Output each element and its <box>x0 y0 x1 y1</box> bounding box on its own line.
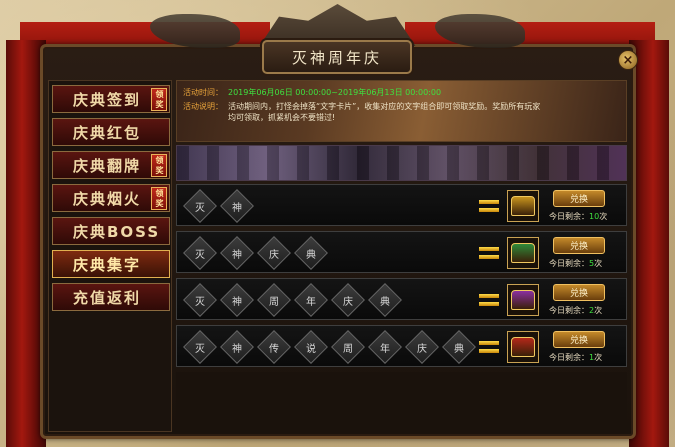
word-card: 神 <box>222 191 252 221</box>
word-card-char: 典 <box>380 296 390 308</box>
event-banner <box>176 145 627 181</box>
reward-badge: 领奖 <box>151 88 167 111</box>
remaining-unit: 次 <box>594 259 603 268</box>
word-card-char: 传 <box>269 343 279 355</box>
equals-icon <box>479 341 499 353</box>
word-card-char: 年 <box>380 343 390 355</box>
remaining-value: 10 <box>589 212 600 221</box>
remaining-unit: 次 <box>599 212 608 221</box>
word-card-char: 周 <box>269 296 279 308</box>
word-card-char: 神 <box>232 202 242 214</box>
sidebar-item-label: 庆典集字 <box>73 255 142 274</box>
word-card-char: 典 <box>306 249 316 261</box>
sidebar-item-label: 庆典翻牌 <box>73 156 142 175</box>
remaining-label: 今日剩余： <box>549 306 589 315</box>
word-card: 灭 <box>185 191 215 221</box>
treasure-chest-icon <box>507 237 539 269</box>
sidebar-item-label: 庆典烟火 <box>73 189 142 208</box>
word-card: 传 <box>259 332 289 362</box>
reward-row: 灭 神 庆 典 兑换今日剩余：5次 <box>176 231 627 273</box>
reward-badge: 领奖 <box>151 154 167 177</box>
word-card-char: 灭 <box>195 249 205 261</box>
word-card-char: 神 <box>232 249 242 261</box>
sidebar-item-red-packet[interactable]: 庆典红包 <box>52 118 170 146</box>
remaining-label: 今日剩余： <box>549 212 589 221</box>
word-card: 周 <box>333 332 363 362</box>
word-card: 庆 <box>407 332 437 362</box>
sidebar: 庆典签到 领奖 庆典红包 庆典翻牌 领奖 庆典烟火 领奖 庆典BOSS 庆典集字… <box>48 80 172 432</box>
sidebar-item-collect-words[interactable]: 庆典集字 <box>52 250 170 278</box>
remaining-label: 今日剩余： <box>549 259 589 268</box>
sidebar-item-label: 庆典签到 <box>73 90 142 109</box>
treasure-chest-icon <box>507 284 539 316</box>
event-time-value: 2019年06月06日 00:00:00~2019年06月13日 00:00:0… <box>228 88 442 97</box>
reward-badge: 领奖 <box>151 187 167 210</box>
word-card: 灭 <box>185 285 215 315</box>
sidebar-item-label: 庆典BOSS <box>73 222 161 241</box>
redeem-button[interactable]: 兑换 <box>553 237 605 254</box>
word-card: 灭 <box>185 332 215 362</box>
reward-row: 灭 神 传 说 周 年 庆 典 兑换今日剩余：1次 <box>176 325 627 367</box>
redeem-button[interactable]: 兑换 <box>553 331 605 348</box>
word-card-char: 说 <box>306 343 316 355</box>
word-card: 典 <box>444 332 474 362</box>
word-card-char: 庆 <box>269 249 279 261</box>
word-card: 年 <box>370 332 400 362</box>
sidebar-item-boss[interactable]: 庆典BOSS <box>52 217 170 245</box>
word-card: 周 <box>259 285 289 315</box>
word-card-char: 庆 <box>417 343 427 355</box>
word-card-char: 灭 <box>195 202 205 214</box>
remaining-count: 今日剩余：2次 <box>549 305 602 316</box>
word-card-char: 神 <box>232 296 242 308</box>
sidebar-item-label: 庆典红包 <box>73 123 142 142</box>
word-card: 神 <box>222 285 252 315</box>
word-card-char: 灭 <box>195 296 205 308</box>
sidebar-item-label: 充值返利 <box>73 288 142 307</box>
word-card: 庆 <box>259 238 289 268</box>
word-card: 灭 <box>185 238 215 268</box>
remaining-label: 今日剩余： <box>549 353 589 362</box>
equals-icon <box>479 294 499 306</box>
word-card-char: 庆 <box>343 296 353 308</box>
redeem-button[interactable]: 兑换 <box>553 190 605 207</box>
word-card-char: 神 <box>232 343 242 355</box>
word-card-char: 周 <box>343 343 353 355</box>
word-card-char: 灭 <box>195 343 205 355</box>
equals-icon <box>479 247 499 259</box>
event-desc-label: 活动说明： <box>183 102 223 111</box>
remaining-unit: 次 <box>594 353 603 362</box>
close-button[interactable]: × <box>618 50 638 70</box>
remaining-count: 今日剩余：5次 <box>549 258 602 269</box>
equals-icon <box>479 200 499 212</box>
reward-row: 灭 神 兑换今日剩余：10次 <box>176 184 627 226</box>
word-card: 典 <box>370 285 400 315</box>
content-footer <box>176 372 627 432</box>
sidebar-item-recharge-rebate[interactable]: 充值返利 <box>52 283 170 311</box>
word-card-char: 典 <box>454 343 464 355</box>
word-card: 庆 <box>333 285 363 315</box>
treasure-chest-icon <box>507 190 539 222</box>
word-card: 典 <box>296 238 326 268</box>
window-title: 灭神周年庆 <box>262 40 412 74</box>
sidebar-item-sign-in[interactable]: 庆典签到 领奖 <box>52 85 170 113</box>
word-card: 说 <box>296 332 326 362</box>
sidebar-item-fireworks[interactable]: 庆典烟火 领奖 <box>52 184 170 212</box>
sidebar-item-flip-card[interactable]: 庆典翻牌 领奖 <box>52 151 170 179</box>
treasure-chest-icon <box>507 331 539 363</box>
reward-row: 灭 神 周 年 庆 典 兑换今日剩余：2次 <box>176 278 627 320</box>
event-desc-value: 活动期间内，打怪会掉落“文字卡片”，收集对应的文字组合即可领取奖励。奖励所有玩家… <box>228 102 541 122</box>
word-card: 神 <box>222 238 252 268</box>
remaining-count: 今日剩余：10次 <box>549 211 607 222</box>
event-time-label: 活动时间： <box>183 88 223 97</box>
word-card-char: 年 <box>306 296 316 308</box>
event-info-panel: 活动时间： 2019年06月06日 00:00:00~2019年06月13日 0… <box>176 80 627 142</box>
remaining-count: 今日剩余：1次 <box>549 352 602 363</box>
redeem-button[interactable]: 兑换 <box>553 284 605 301</box>
remaining-unit: 次 <box>594 306 603 315</box>
word-card: 年 <box>296 285 326 315</box>
word-card: 神 <box>222 332 252 362</box>
